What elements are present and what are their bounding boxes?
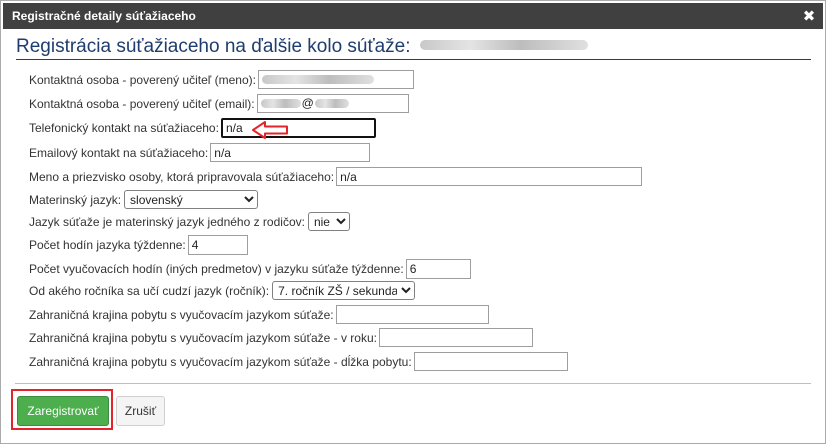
preparer-input[interactable] xyxy=(336,167,643,186)
hours-other-input[interactable] xyxy=(405,258,471,279)
hours-language-input[interactable] xyxy=(187,234,248,255)
cancel-button[interactable]: Zrušiť xyxy=(116,396,165,426)
teacher-email-redacted-value: @ xyxy=(260,96,349,110)
start-grade-select[interactable]: 7. ročník ZŠ / sekunda xyxy=(272,281,416,300)
form-row-parent-language: Jazyk súťaže je materinský jazyk jedného… xyxy=(29,211,350,232)
register-button[interactable]: Zaregistrovať xyxy=(17,396,109,426)
start-grade-label: Od akého ročníka sa učí cudzí jazyk (roč… xyxy=(29,283,270,298)
footer-divider xyxy=(15,383,811,384)
redacted-email-user xyxy=(260,98,301,108)
form-row-start-grade: Od akého ročníka sa učí cudzí jazyk (roč… xyxy=(29,280,416,301)
page-title-text: Registrácia súťažiaceho na ďalšie kolo s… xyxy=(16,36,411,57)
teacher-name-label: Kontaktná osoba - poverený učiteľ (meno)… xyxy=(29,72,256,87)
abroad-year-input[interactable] xyxy=(378,328,533,347)
form-row-abroad-year: Zahraničná krajina pobytu s vyučovacím j… xyxy=(29,327,533,348)
registration-dialog: Registračné detaily súťažiaceho ✖ Regist… xyxy=(0,0,826,444)
teacher-email-wrap[interactable]: @ xyxy=(256,94,409,113)
email-label: Emailový kontakt na súťažiaceho: xyxy=(29,145,209,160)
form-row-abroad-country: Zahraničná krajina pobytu s vyučovacím j… xyxy=(29,304,489,325)
redacted-teacher-name xyxy=(261,75,374,84)
form-row-hours-other: Počet vyučovacích hodín (iných predmetov… xyxy=(29,258,471,279)
redacted-competition-name xyxy=(419,40,588,51)
arrow-left-icon xyxy=(252,121,288,139)
form-row-teacher-email: Kontaktná osoba - poverený učiteľ (email… xyxy=(29,93,409,114)
mother-tongue-select[interactable]: slovenský xyxy=(124,190,259,209)
hours-other-label: Počet vyučovacích hodín (iných predmetov… xyxy=(29,261,404,276)
abroad-length-input[interactable] xyxy=(413,352,568,371)
form-row-phone: Telefonický kontakt na súťažiaceho: xyxy=(29,117,376,138)
abroad-country-input[interactable] xyxy=(335,305,489,324)
close-icon[interactable]: ✖ xyxy=(802,3,816,29)
email-input[interactable] xyxy=(210,143,371,162)
form-row-teacher-name: Kontaktná osoba - poverený učiteľ (meno)… xyxy=(29,69,414,90)
phone-label: Telefonický kontakt na súťažiaceho: xyxy=(29,120,219,135)
abroad-country-label: Zahraničná krajina pobytu s vyučovacím j… xyxy=(29,307,334,322)
parent-language-select[interactable]: nie xyxy=(307,212,350,231)
mother-tongue-label: Materinský jazyk: xyxy=(29,192,122,207)
teacher-name-wrap xyxy=(257,70,414,89)
abroad-year-label: Zahraničná krajina pobytu s vyučovacím j… xyxy=(29,330,377,345)
phone-input[interactable] xyxy=(220,117,376,138)
form-row-abroad-length: Zahraničná krajina pobytu s vyučovacím j… xyxy=(29,351,568,372)
form-row-hours-language: Počet hodín jazyka týždenne: xyxy=(29,234,248,255)
parent-language-label: Jazyk súťaže je materinský jazyk jedného… xyxy=(29,214,305,229)
dialog-title: Registračné detaily súťažiaceho xyxy=(12,9,196,23)
dialog-titlebar: Registračné detaily súťažiaceho ✖ xyxy=(3,3,823,29)
redacted-email-domain xyxy=(314,98,349,108)
form-row-preparer: Meno a priezvisko osoby, ktorá pripravov… xyxy=(29,166,643,187)
hours-language-label: Počet hodín jazyka týždenne: xyxy=(29,237,186,252)
preparer-label: Meno a priezvisko osoby, ktorá pripravov… xyxy=(29,169,335,184)
teacher-email-label: Kontaktná osoba - poverený učiteľ (email… xyxy=(29,96,255,111)
teacher-email-at: @ xyxy=(301,96,314,110)
form-row-email: Emailový kontakt na súťažiaceho: xyxy=(29,142,371,163)
abroad-length-label: Zahraničná krajina pobytu s vyučovacím j… xyxy=(29,354,412,369)
page-title: Registrácia súťažiaceho na ďalšie kolo s… xyxy=(16,35,811,60)
form-row-mother-tongue: Materinský jazyk: slovenský xyxy=(29,189,259,210)
